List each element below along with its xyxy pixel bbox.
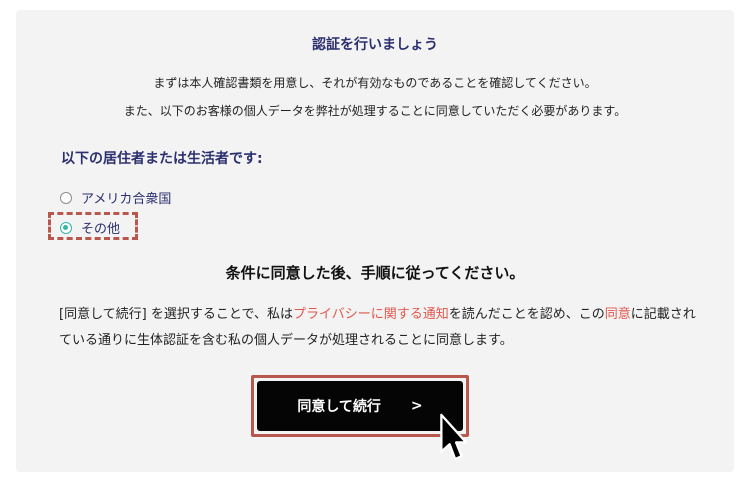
mouse-pointer-icon xyxy=(440,413,468,461)
radio-button-other[interactable] xyxy=(60,221,72,234)
radio-button-usa[interactable] xyxy=(60,191,72,204)
intro-text-line-2: また、以下のお客様の個人データを弊社が処理することに同意していただく必要がありま… xyxy=(123,104,627,118)
residence-heading: 以下の居住者または生活者です: xyxy=(61,151,263,167)
consent-text-part1: [同意して続行] を選択することで、私は xyxy=(59,307,293,322)
consent-text: [同意して続行] を選択することで、私はプライバシーに関する通知を読んだことを認… xyxy=(59,302,699,354)
radio-option-usa[interactable]: アメリカ合衆国 xyxy=(60,188,171,207)
consent-link[interactable]: 同意 xyxy=(605,307,631,322)
radio-label-usa: アメリカ合衆国 xyxy=(81,192,172,207)
chevron-right-icon: > xyxy=(410,398,423,414)
agree-continue-label: 同意して続行 xyxy=(297,399,381,415)
intro-text-line-1: まずは本人確認書類を用意し、それが有効なものであることを確認してください。 xyxy=(153,76,597,90)
page-title: 認証を行いましょう xyxy=(312,37,438,53)
privacy-notice-link[interactable]: プライバシーに関する通知 xyxy=(293,307,449,322)
agree-continue-button[interactable]: 同意して続行 > xyxy=(257,381,463,431)
radio-option-other[interactable]: その他 xyxy=(60,218,120,237)
steps-heading: 条件に同意した後、手順に従ってください。 xyxy=(225,264,525,282)
consent-text-part2: を読んだことを認め、この xyxy=(448,307,605,322)
radio-label-other: その他 xyxy=(81,222,121,237)
